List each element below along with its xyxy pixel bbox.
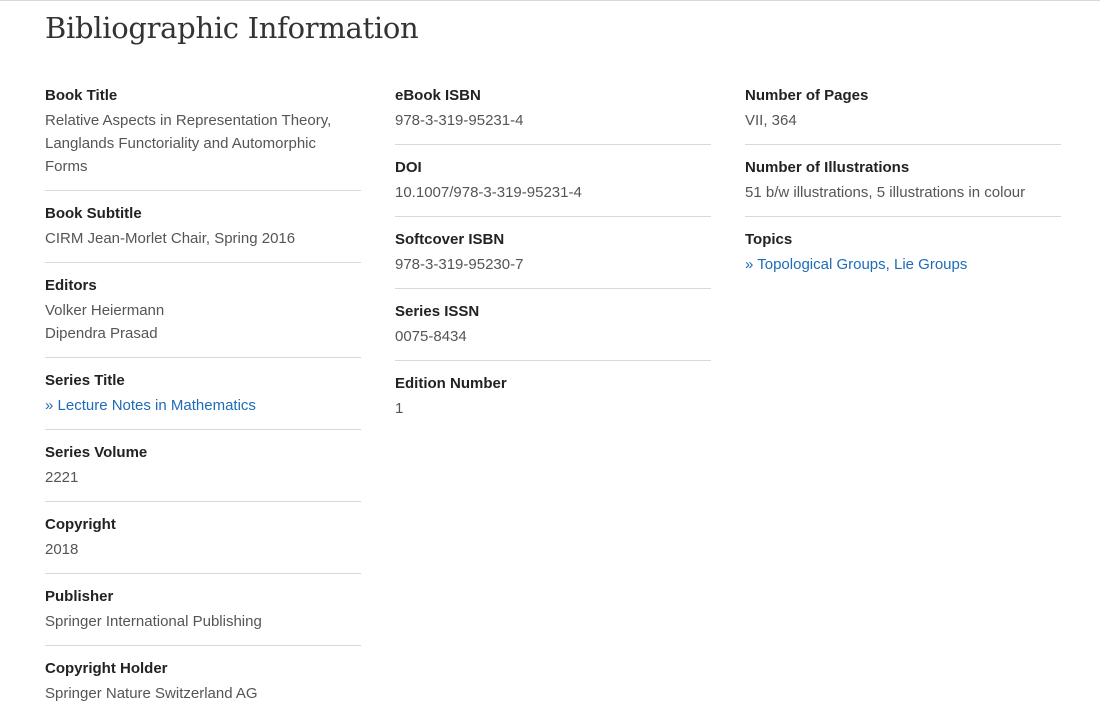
series-title-label: Series Title — [45, 372, 125, 389]
field-series-title: Series Title » Lecture Notes in Mathemat… — [45, 368, 361, 430]
editor-name: Dipendra Prasad — [45, 325, 158, 342]
field-copyright-holder: Copyright Holder Springer Nature Switzer… — [45, 656, 361, 717]
series-issn-value: 0075-8434 — [395, 328, 467, 345]
softcover-isbn-label: Softcover ISBN — [395, 231, 505, 248]
series-volume-label: Series Volume — [45, 444, 148, 461]
bibliographic-column-right: Number of Pages VII, 364 Number of Illus… — [745, 83, 1061, 298]
field-edition-number: Edition Number 1 — [395, 371, 711, 432]
field-series-volume: Series Volume 2221 — [45, 440, 361, 502]
field-softcover-isbn: Softcover ISBN 978-3-319-95230-7 — [395, 227, 711, 289]
field-number-of-pages: Number of Pages VII, 364 — [745, 83, 1061, 145]
number-of-pages-label: Number of Pages — [745, 87, 869, 104]
ebook-isbn-value: 978-3-319-95231-4 — [395, 112, 524, 129]
field-number-of-illustrations: Number of Illustrations 51 b/w illustrat… — [745, 155, 1061, 217]
field-book-subtitle: Book Subtitle CIRM Jean-Morlet Chair, Sp… — [45, 201, 361, 263]
book-title-line: Forms — [45, 158, 88, 175]
editor-name: Volker Heiermann — [45, 302, 165, 319]
topics-label: Topics — [745, 231, 793, 248]
editors-value: Volker Heiermann Dipendra Prasad — [45, 299, 361, 345]
book-subtitle-label: Book Subtitle — [45, 205, 142, 222]
series-title-link[interactable]: » Lecture Notes in Mathematics — [45, 394, 361, 417]
book-subtitle-value: CIRM Jean-Morlet Chair, Spring 2016 — [45, 230, 296, 247]
page-title: Bibliographic Information — [45, 11, 419, 45]
copyright-value: 2018 — [45, 541, 79, 558]
number-of-illustrations-value: 51 b/w illustrations, 5 illustrations in… — [745, 184, 1026, 201]
book-title-label: Book Title — [45, 87, 118, 104]
copyright-holder-value: Springer Nature Switzerland AG — [45, 685, 258, 702]
topic-link[interactable]: » Topological Groups, Lie Groups — [745, 253, 1061, 276]
field-topics: Topics » Topological Groups, Lie Groups — [745, 227, 1061, 288]
softcover-isbn-value: 978-3-319-95230-7 — [395, 256, 524, 273]
field-series-issn: Series ISSN 0075-8434 — [395, 299, 711, 361]
field-editors: Editors Volker Heiermann Dipendra Prasad — [45, 273, 361, 358]
publisher-label: Publisher — [45, 588, 114, 605]
field-book-title: Book Title Relative Aspects in Represent… — [45, 83, 361, 191]
bibliographic-column-left: Book Title Relative Aspects in Represent… — [45, 83, 361, 727]
doi-label: DOI — [395, 159, 422, 176]
book-title-line: Langlands Functoriality and Automorphic — [45, 135, 316, 152]
number-of-pages-value: VII, 364 — [745, 112, 797, 129]
bibliographic-column-middle: eBook ISBN 978-3-319-95231-4 DOI 10.1007… — [395, 83, 711, 442]
edition-number-label: Edition Number — [395, 375, 507, 392]
editors-label: Editors — [45, 277, 97, 294]
number-of-illustrations-label: Number of Illustrations — [745, 159, 910, 176]
series-issn-label: Series ISSN — [395, 303, 480, 320]
book-title-value: Relative Aspects in Representation Theor… — [45, 109, 361, 178]
field-copyright: Copyright 2018 — [45, 512, 361, 574]
field-ebook-isbn: eBook ISBN 978-3-319-95231-4 — [395, 83, 711, 145]
series-volume-value: 2221 — [45, 469, 79, 486]
book-title-line: Relative Aspects in Representation Theor… — [45, 112, 332, 129]
doi-value: 10.1007/978-3-319-95231-4 — [395, 184, 582, 201]
edition-number-value: 1 — [395, 400, 404, 417]
field-doi: DOI 10.1007/978-3-319-95231-4 — [395, 155, 711, 217]
copyright-label: Copyright — [45, 516, 116, 533]
publisher-value: Springer International Publishing — [45, 613, 262, 630]
copyright-holder-label: Copyright Holder — [45, 660, 168, 677]
field-publisher: Publisher Springer International Publish… — [45, 584, 361, 646]
ebook-isbn-label: eBook ISBN — [395, 87, 481, 104]
